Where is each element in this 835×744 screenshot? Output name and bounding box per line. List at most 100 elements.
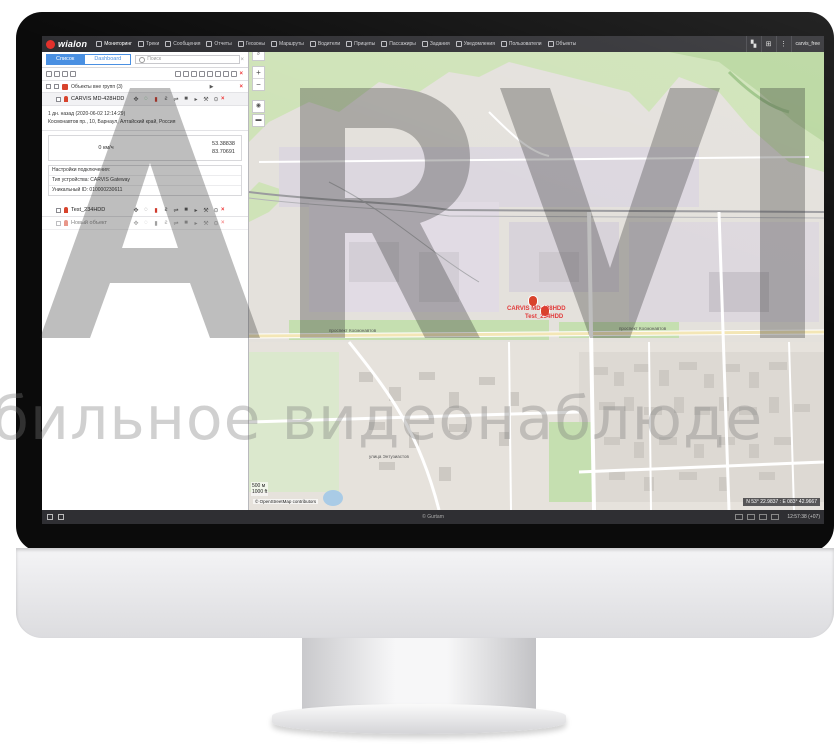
sound-icon[interactable] [771,514,780,520]
nav-item[interactable]: Водители [307,36,343,52]
wrench-icon[interactable]: ⚒ [201,207,211,214]
top-navigation-bar: wialon Мониторинг Треки Сообщения Отчеты Гео… [42,36,824,52]
map-search-icon[interactable]: ⌕ [252,52,265,61]
unit-row[interactable]: Новый объект ✥ ◌ ▮ ƨ ⇌ ■ ▸ ⚒ ⊙ × [42,217,248,230]
nav-item-label: Водители [317,41,341,47]
unit-checkbox[interactable] [56,220,61,226]
nav-item[interactable]: Пользователи [498,36,545,52]
info-icon[interactable]: ⊙ [211,207,221,214]
nav-item[interactable]: Уведомления [453,36,498,52]
unit-delete-icon[interactable]: × [221,96,225,102]
locate-icon[interactable] [183,71,190,77]
clear-search-icon[interactable]: × [240,57,244,63]
unit-row[interactable]: Test_234HDD ✥ ◌ ▮ ƨ ⇌ ■ ▸ ⚒ ⊙ × [42,204,248,217]
tab-list[interactable]: Список [46,54,85,65]
globe-icon [96,41,103,47]
sensor-icon[interactable] [207,71,214,77]
filter-icon[interactable] [70,71,76,77]
unit-delete-icon[interactable]: × [221,220,225,226]
nav-item-label: Задания [429,41,450,47]
messages-status-icon[interactable] [735,514,744,520]
nav-item[interactable]: Маршруты [268,36,307,52]
layout-icon[interactable]: ▚ [745,36,761,52]
unit-coordinates: 53.38838 83.70691 [212,141,235,155]
command-icon[interactable]: ▸ [191,96,201,103]
user-menu[interactable]: carvis_free [790,36,824,52]
unit-map-label[interactable]: Test_234HDD [525,314,563,320]
info-icon[interactable]: ⊙ [211,220,221,227]
signal-icon: ƨ [164,207,168,213]
motion-icon[interactable] [199,71,206,77]
unit-delete-icon[interactable]: × [221,207,225,213]
map-layers-icon[interactable]: ◉ [252,100,265,113]
tab-dashboard[interactable]: Dashboard [84,54,132,65]
sort-icon[interactable] [62,71,68,77]
select-all-icon[interactable] [46,71,52,77]
commands-icon[interactable] [215,71,222,77]
unit-group-row[interactable]: Объекты вне групп (3) ▶ × [42,81,248,93]
info-icon[interactable]: ⊙ [211,96,221,103]
play-icon[interactable]: ▶ [210,84,214,90]
nav-item[interactable]: Сообщения [162,36,203,52]
expand-icon[interactable] [54,71,60,77]
settings-icon[interactable] [223,71,230,77]
apps-grid-icon[interactable]: ⊞ [760,36,776,52]
messages-icon [165,41,172,47]
unit-marker[interactable] [529,296,537,306]
nav-item[interactable]: Отчеты [203,36,234,52]
unit-row[interactable]: CARVIS MD-428HDD ✥ ◌ ▮ ƨ ⇌ ■ ▸ ⚒ ⊙ × [42,93,248,106]
unit-info: 1 дн. назад (2020-06-02 12:14:29) Космон… [42,106,248,131]
nav-item[interactable]: Мониторинг [93,36,135,52]
nav-item-label: Сообщения [173,41,201,47]
delete-icon[interactable]: × [239,71,243,77]
nav-item[interactable]: Объекты [545,36,580,52]
group-delete-icon[interactable]: × [239,84,243,90]
video-icon[interactable]: ■ [181,96,191,102]
unit-checkbox[interactable] [56,207,61,213]
nav-item[interactable]: Задания [419,36,453,52]
wrench-icon[interactable]: ⚒ [201,96,211,103]
group-expand-icon[interactable] [46,84,51,89]
passengers-icon [381,41,388,47]
search-icon [139,56,146,63]
group-icon [62,83,68,90]
tools-icon[interactable] [231,71,238,77]
video-icon[interactable]: ■ [181,220,191,226]
routes-icon [270,41,277,47]
ignition-icon: ⇌ [173,207,179,214]
status-area: 12:57:38 (+07) [735,510,824,524]
command-icon[interactable]: ▸ [191,207,201,214]
locate-unit-icon[interactable]: ✥ [131,220,141,227]
visibility-icon[interactable] [175,71,182,77]
unit-checkbox[interactable] [56,96,61,102]
connection-settings: Настройки подключения: Тип устройства: C… [48,165,242,196]
nav-item[interactable]: Прицепы [343,36,378,52]
users-icon [500,41,507,47]
map-attribution[interactable]: © OpenStreetMap contributors [253,499,319,504]
nav-item[interactable]: Геозоны [235,36,268,52]
units-icon [547,41,554,47]
group-checkbox[interactable] [54,84,59,89]
trailers-icon [346,41,353,47]
locate-unit-icon[interactable]: ✥ [131,96,141,103]
locate-unit-icon[interactable]: ✥ [131,207,141,214]
notifications-icon [455,41,462,47]
zoom-in-button[interactable]: + [253,67,264,79]
unit-map-label[interactable]: CARVIS MD-428HDD [507,306,566,312]
nav-item[interactable]: Треки [135,36,162,52]
wialon-logo[interactable]: wialon [42,36,93,52]
events-status-icon[interactable] [747,514,756,520]
nav-item[interactable]: Пассажиры [378,36,419,52]
more-icon[interactable]: ⋮ [775,36,791,52]
zoom-out-button[interactable]: − [253,79,264,90]
nav-item-label: Маршруты [278,41,304,47]
command-icon[interactable]: ▸ [191,220,201,227]
search-input[interactable]: Поиск [135,55,241,64]
wrench-icon[interactable]: ⚒ [201,220,211,227]
nav-item-label: Отчеты [214,41,232,47]
map-ruler-icon[interactable]: ▬ [252,114,265,127]
nav-item-label: Прицепы [354,41,376,47]
connection-icon[interactable] [191,71,198,77]
video-icon[interactable]: ■ [181,207,191,213]
alarm-status-icon[interactable] [759,514,768,520]
